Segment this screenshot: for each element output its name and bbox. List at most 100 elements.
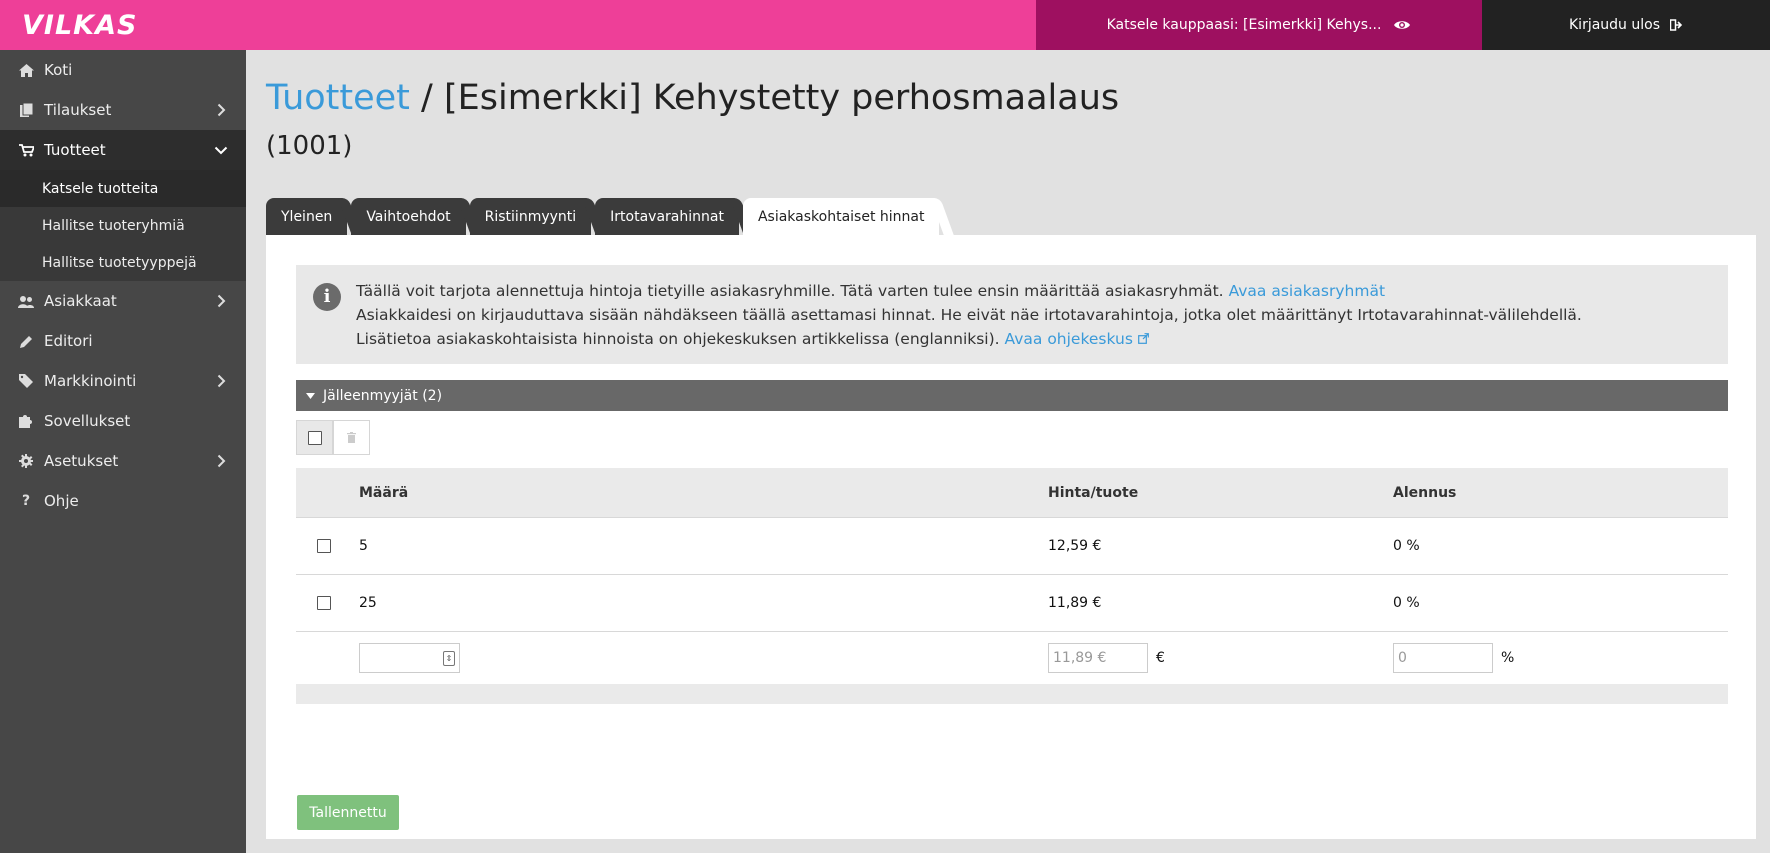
sidebar-subitem-katsele-tuotteita[interactable]: Katsele tuotteita <box>0 170 246 207</box>
gear-icon <box>18 453 34 469</box>
sidebar-item-tuotteet[interactable]: Tuotteet <box>0 130 246 170</box>
price-table: Määrä Hinta/tuote Alennus 5 12,59 € 0 % … <box>296 468 1728 704</box>
sidebar-item-label: Asiakkaat <box>44 292 117 310</box>
chevron-down-icon <box>214 146 228 155</box>
question-icon: ? <box>21 493 31 509</box>
table-footer <box>296 684 1728 704</box>
users-icon <box>18 293 34 309</box>
home-icon <box>18 62 34 78</box>
main-content: Tuotteet / [Esimerkki] Kehystetty perhos… <box>246 50 1770 853</box>
sidebar-subitem-tuotetyypit[interactable]: Hallitse tuotetyyppejä <box>0 244 246 281</box>
new-quantity-cell: ⇕ <box>359 632 460 684</box>
row-price: 11,89 € <box>1048 595 1102 611</box>
chevron-right-icon <box>217 454 226 468</box>
tab-options[interactable]: Vaihtoehdot <box>351 198 466 235</box>
sidebar-item-label: Ohje <box>44 492 79 510</box>
view-store-button[interactable]: Katsele kauppaasi: [Esimerkki] Kehys... <box>1036 0 1482 50</box>
breadcrumb-separator: / <box>421 78 433 118</box>
external-link-icon <box>1137 333 1149 344</box>
save-button[interactable]: Tallennettu <box>297 795 399 830</box>
sidebar-item-sovellukset[interactable]: Sovellukset <box>0 401 246 441</box>
header-price: Hinta/tuote <box>1048 484 1139 501</box>
tag-icon <box>18 373 34 389</box>
help-center-link-label: Avaa ohjekeskus <box>1004 330 1133 348</box>
sidebar-item-editori[interactable]: Editori <box>0 321 246 361</box>
info-box: i Täällä voit tarjota alennettuja hintoj… <box>296 265 1728 364</box>
table-header: Määrä Hinta/tuote Alennus <box>296 468 1728 518</box>
logout-button[interactable]: Kirjaudu ulos <box>1482 0 1770 50</box>
sidebar-subitem-tuoteryhmat[interactable]: Hallitse tuoteryhmiä <box>0 207 246 244</box>
quantity-stepper[interactable]: ⇕ <box>359 643 460 673</box>
pencil-icon <box>18 333 34 349</box>
sidebar-item-tilaukset[interactable]: Tilaukset <box>0 90 246 130</box>
sidebar-item-koti[interactable]: Koti <box>0 50 246 90</box>
info-text-3: Lisätietoa asiakaskohtaisista hinnoista … <box>356 330 1000 348</box>
new-discount-cell: 0 % <box>1393 632 1514 684</box>
row-quantity: 5 <box>359 538 368 554</box>
sidebar-item-label: Tilaukset <box>44 101 112 119</box>
product-code: (1001) <box>266 131 353 161</box>
sidebar-item-label: Asetukset <box>44 452 119 470</box>
tab-panel: i Täällä voit tarjota alennettuja hintoj… <box>266 235 1756 839</box>
select-all-button[interactable] <box>296 420 333 455</box>
row-actions <box>296 420 370 455</box>
breadcrumb-products[interactable]: Tuotteet <box>266 78 410 118</box>
customer-group-header[interactable]: Jälleenmyyjät (2) <box>296 380 1728 411</box>
sidebar-item-markkinointi[interactable]: Markkinointi <box>0 361 246 401</box>
discount-input[interactable]: 0 <box>1393 643 1493 673</box>
new-price-row: ⇕ 11,89 € € 0 % <box>296 632 1728 684</box>
sign-out-icon <box>1670 19 1683 31</box>
sidebar-item-asetukset[interactable]: Asetukset <box>0 441 246 481</box>
trash-icon <box>347 432 356 443</box>
tab-cross-sell[interactable]: Ristiinmyynti <box>469 198 592 235</box>
header-quantity: Määrä <box>359 484 409 501</box>
table-row: 25 11,89 € 0 % <box>296 575 1728 632</box>
sidebar-item-label: Koti <box>44 61 73 79</box>
price-unit: € <box>1156 650 1165 666</box>
open-help-center-link[interactable]: Avaa ohjekeskus <box>1005 330 1149 348</box>
vilkas-logo[interactable]: VILKAS <box>22 10 137 41</box>
tab-customer-prices[interactable]: Asiakaskohtaiset hinnat <box>742 198 940 235</box>
sidebar-item-asiakkaat[interactable]: Asiakkaat <box>0 281 246 321</box>
tab-bulk-prices[interactable]: Irtotavarahinnat <box>595 198 739 235</box>
sidebar-item-label: Editori <box>44 332 93 350</box>
open-customer-groups-link[interactable]: Avaa asiakasryhmät <box>1229 282 1386 300</box>
product-title: [Esimerkki] Kehystetty perhosmaalaus <box>443 78 1120 118</box>
table-row: 5 12,59 € 0 % <box>296 518 1728 575</box>
info-icon: i <box>313 283 341 311</box>
logout-label: Kirjaudu ulos <box>1569 17 1660 33</box>
sidebar-item-ohje[interactable]: ? Ohje <box>0 481 246 521</box>
row-checkbox[interactable] <box>317 518 331 574</box>
chevron-right-icon <box>217 103 226 117</box>
row-quantity: 25 <box>359 595 377 611</box>
sidebar-item-label: Tuotteet <box>44 141 106 159</box>
header-discount: Alennus <box>1393 484 1457 501</box>
tab-general[interactable]: Yleinen <box>266 198 348 235</box>
chevron-right-icon <box>217 374 226 388</box>
info-line-3: Lisätietoa asiakaskohtaisista hinnoista … <box>356 327 1728 351</box>
row-price: 12,59 € <box>1048 538 1102 554</box>
sidebar-item-label: Sovellukset <box>44 412 131 430</box>
row-checkbox[interactable] <box>317 575 331 631</box>
cart-icon <box>18 142 34 158</box>
puzzle-icon <box>18 413 34 429</box>
delete-button[interactable] <box>333 420 370 455</box>
stepper-icon[interactable]: ⇕ <box>443 651 455 666</box>
eye-icon <box>1394 21 1411 29</box>
new-price-cell: 11,89 € € <box>1048 632 1165 684</box>
tab-bar: Yleinen Vaihtoehdot Ristiinmyynti Irtota… <box>266 198 940 235</box>
chevron-right-icon <box>217 294 226 308</box>
row-discount: 0 % <box>1393 538 1420 554</box>
price-input[interactable]: 11,89 € <box>1048 643 1148 673</box>
sidebar: Koti Tilaukset Tuotteet Katsele tuotteit… <box>0 50 246 853</box>
caret-down-icon <box>306 392 315 399</box>
discount-unit: % <box>1501 650 1515 666</box>
orders-icon <box>18 102 34 118</box>
info-line-2: Asiakkaidesi on kirjauduttava sisään näh… <box>356 306 1582 324</box>
row-discount: 0 % <box>1393 595 1420 611</box>
info-text-1: Täällä voit tarjota alennettuja hintoja … <box>356 282 1224 300</box>
info-line-1: Täällä voit tarjota alennettuja hintoja … <box>356 279 1728 303</box>
page-title: Tuotteet / [Esimerkki] Kehystetty perhos… <box>266 74 1119 122</box>
checkbox-icon <box>307 430 322 445</box>
top-bar: VILKAS Katsele kauppaasi: [Esimerkki] Ke… <box>0 0 1770 50</box>
